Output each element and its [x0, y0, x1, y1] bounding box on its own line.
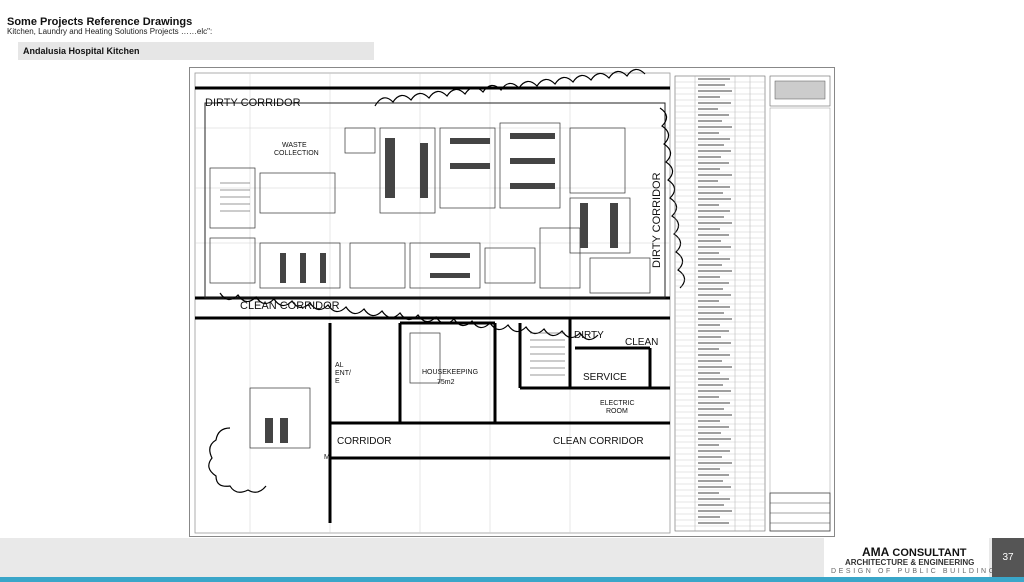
key-plan [769, 75, 831, 107]
label-partial-m: M [324, 454, 330, 461]
title-block [769, 107, 831, 532]
equipment-schedule-table [674, 75, 766, 532]
label-dirty-corridor-top: DIRTY CORRIDOR [205, 97, 301, 109]
label-room: ROOM [606, 408, 628, 415]
label-partial-ent: ENT/ [335, 370, 351, 377]
stair [220, 182, 565, 376]
label-clean-corridor-bottom: CLEAN CORRIDOR [553, 436, 644, 447]
label-partial-al: AL [335, 362, 344, 369]
page-number: 37 [992, 538, 1024, 582]
label-housekeeping: HOUSEKEEPING [422, 369, 478, 376]
label-collection: COLLECTION [274, 150, 319, 157]
label-service: SERVICE [583, 372, 627, 383]
label-waste: WASTE [282, 142, 307, 149]
label-electric: ELECTRIC [600, 400, 635, 407]
label-corridor: CORRIDOR [337, 436, 391, 447]
brand-bold: AMA [862, 545, 890, 559]
label-clean-corridor-mid: CLEAN CORRIDOR [240, 300, 340, 312]
brand-subtitle: ARCHITECTURE & ENGINEERING [845, 558, 975, 567]
brand-logo: AMA CONSULTANT [862, 545, 967, 559]
equipment-layout [209, 122, 651, 449]
project-banner: Andalusia Hospital Kitchen [18, 42, 374, 60]
label-clean: CLEAN [625, 337, 658, 348]
label-dirty-corridor-right: DIRTY CORRIDOR [651, 172, 663, 268]
page-subtitle: Kitchen, Laundry and Heating Solutions P… [7, 27, 213, 36]
floor-plan-svg: DIRTY CORRIDOR WASTE COLLECTION CLEAN CO… [194, 68, 831, 534]
label-dirty: DIRTY [574, 330, 604, 341]
label-partial-e: E [335, 378, 340, 385]
floor-plan-drawing: DIRTY CORRIDOR WASTE COLLECTION CLEAN CO… [189, 67, 835, 537]
accent-line [0, 577, 1024, 582]
label-housekeeping-area: 75m2 [437, 379, 455, 386]
brand-tagline: DESIGN OF PUBLIC BUILDINGS [831, 568, 1005, 575]
